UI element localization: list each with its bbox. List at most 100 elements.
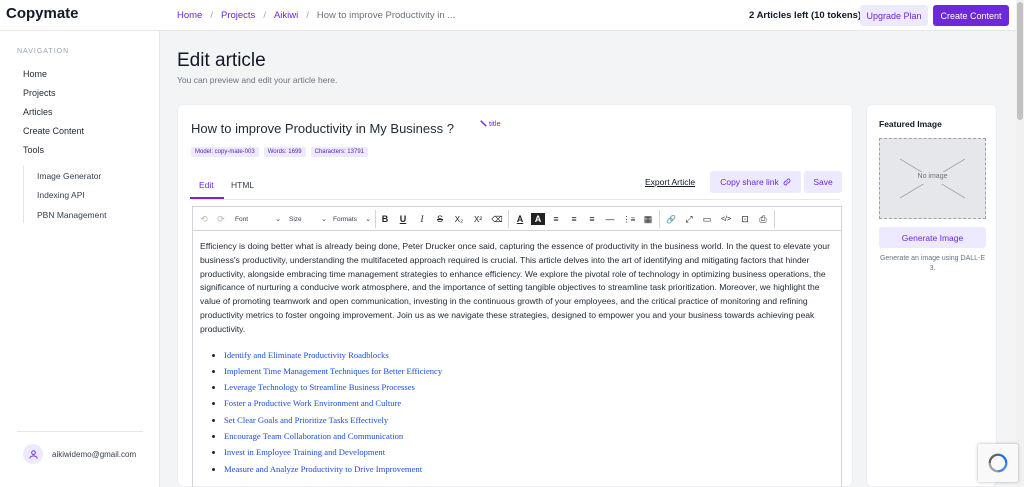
featured-image-card: Featured Image No image Generate Image G… — [866, 104, 997, 487]
chevron-down-icon: ⌄ — [365, 216, 371, 223]
outline-item[interactable]: Set Clear Goals and Prioritize Tasks Eff… — [224, 412, 834, 428]
sidebar-item-articles[interactable]: Articles — [23, 107, 53, 117]
outline-item[interactable]: Encourage Team Collaboration and Communi… — [224, 428, 834, 444]
redo-button[interactable]: ⟳ — [214, 211, 228, 227]
breadcrumb-projects[interactable]: Projects — [221, 10, 255, 21]
link-button[interactable]: 🔗 — [664, 211, 678, 227]
print-button[interactable]: ⎙ — [756, 211, 770, 227]
breadcrumb-home[interactable]: Home — [177, 10, 202, 21]
toolbar-separator — [659, 210, 660, 228]
user-avatar[interactable] — [23, 444, 43, 464]
title-hint-label: title — [489, 119, 501, 128]
strikethrough-button[interactable]: S — [433, 211, 447, 227]
breadcrumb-project[interactable]: Aikiwi — [274, 10, 298, 21]
breadcrumb-separator: / — [263, 10, 266, 21]
bold-button[interactable]: B — [378, 211, 392, 227]
code-view-button[interactable]: </> — [718, 211, 734, 227]
sidebar-item-indexing-api[interactable]: Indexing API — [37, 190, 85, 200]
credits-remaining: 2 Articles left (10 tokens) — [749, 10, 862, 21]
article-editor-card: How to improve Productivity in My Busine… — [177, 104, 853, 487]
font-select[interactable]: Font ⌄ — [233, 211, 283, 227]
create-content-button[interactable]: Create Content — [933, 5, 1009, 26]
tab-html[interactable]: HTML — [231, 180, 254, 190]
breadcrumb-separator: / — [306, 10, 309, 21]
nav-heading: NAVIGATION — [17, 48, 70, 55]
words-badge: Words: 1699 — [263, 147, 306, 157]
top-bar: Copymate Home / Projects / Aikiwi / How … — [0, 0, 1016, 31]
chevron-down-icon: ⌄ — [275, 216, 281, 223]
horizontal-rule-button[interactable]: — — [603, 211, 617, 227]
article-outline: Identify and Eliminate Productivity Road… — [224, 347, 834, 477]
outline-item[interactable]: Leverage Technology to Streamline Busine… — [224, 379, 834, 395]
text-color-button[interactable]: A — [513, 211, 527, 227]
app-logo[interactable]: Copymate — [6, 5, 79, 22]
title-hint: title — [480, 119, 501, 128]
sidebar-item-home[interactable]: Home — [23, 69, 47, 79]
sidebar-item-tools[interactable]: Tools — [23, 145, 44, 155]
article-intro: Efficiency is doing better what is alrea… — [200, 241, 830, 334]
generate-image-button[interactable]: Generate Image — [879, 227, 986, 248]
toolbar-separator — [375, 210, 376, 228]
save-button[interactable]: Save — [804, 171, 842, 193]
tools-submenu: Image Generator Indexing API PBN Managem… — [23, 165, 133, 223]
fullscreen-button[interactable]: ⤢ — [682, 211, 696, 227]
characters-badge: Characters: 13791 — [310, 147, 368, 157]
toolbar-separator — [508, 210, 509, 228]
align-center-button[interactable]: ≡ — [549, 211, 563, 227]
highlight-color-button[interactable]: A — [531, 213, 545, 225]
subscript-button[interactable]: X₂ — [451, 211, 467, 227]
ordered-list-button[interactable]: ⋮≡ — [621, 211, 637, 227]
sidebar-item-pbn-management[interactable]: PBN Management — [37, 210, 106, 220]
copy-share-link-button[interactable]: Copy share link — [710, 171, 801, 193]
size-select[interactable]: Size ⌄ — [287, 211, 329, 227]
recaptcha-badge[interactable] — [978, 444, 1018, 482]
size-select-label: Size — [289, 215, 302, 223]
outline-item[interactable]: Implement Time Management Techniques for… — [224, 363, 834, 379]
sidebar-item-projects[interactable]: Projects — [23, 88, 56, 98]
outline-item[interactable]: Foster a Productive Work Environment and… — [224, 395, 834, 411]
align-left-button[interactable]: ≡ — [585, 211, 599, 227]
underline-button[interactable]: U — [396, 211, 410, 227]
align-right-button[interactable]: ≡ — [567, 211, 581, 227]
toolbar-separator — [774, 210, 775, 228]
italic-button[interactable]: I — [415, 211, 429, 227]
image-placeholder: No image — [879, 138, 986, 219]
sidebar: NAVIGATION Home Projects Articles Create… — [0, 31, 160, 487]
tabs-divider — [190, 199, 840, 200]
sidebar-item-image-generator[interactable]: Image Generator — [37, 171, 101, 181]
editor-content[interactable]: Efficiency is doing better what is alrea… — [193, 232, 841, 477]
tab-edit[interactable]: Edit — [199, 180, 214, 190]
copy-share-link-label: Copy share link — [720, 177, 779, 187]
table-button[interactable]: ▦ — [641, 211, 655, 227]
font-select-label: Font — [235, 215, 249, 223]
user-icon — [28, 449, 38, 459]
export-article-button[interactable]: Export Article — [645, 177, 695, 187]
preview-button[interactable]: ⊡ — [738, 211, 752, 227]
model-badge: Model: copy-mate-003 — [191, 147, 259, 157]
outline-item[interactable]: Invest in Employee Training and Developm… — [224, 444, 834, 460]
outline-item[interactable]: Measure and Analyze Productivity to Driv… — [224, 461, 834, 477]
clear-format-button[interactable]: ⌫ — [490, 211, 504, 227]
article-title[interactable]: How to improve Productivity in My Busine… — [191, 121, 454, 136]
upgrade-plan-button[interactable]: Upgrade Plan — [860, 5, 928, 26]
link-icon — [783, 178, 791, 186]
template-button[interactable]: ▭ — [700, 211, 714, 227]
page-title: Edit article — [177, 50, 266, 71]
pencil-icon — [480, 120, 487, 127]
breadcrumb: Home / Projects / Aikiwi / How to improv… — [177, 10, 455, 21]
undo-button[interactable]: ⟲ — [197, 211, 211, 227]
user-email[interactable]: aikiwidemo@gmail.com — [52, 450, 136, 459]
outline-item[interactable]: Identify and Eliminate Productivity Road… — [224, 347, 834, 363]
article-badges: Model: copy-mate-003 Words: 1699 Charact… — [191, 147, 368, 157]
sidebar-divider — [17, 431, 143, 432]
page-scrollbar[interactable] — [1016, 0, 1024, 487]
sidebar-item-create-content[interactable]: Create Content — [23, 126, 84, 136]
scrollbar-thumb[interactable] — [1017, 2, 1023, 120]
rich-text-editor: ⟲ ⟳ Font ⌄ Size ⌄ Formats ⌄ B U I S X₂ X… — [192, 206, 842, 487]
breadcrumb-current: How to improve Productivity in ... — [316, 10, 456, 21]
featured-image-title: Featured Image — [879, 119, 942, 129]
superscript-button[interactable]: X² — [470, 211, 486, 227]
placeholder-label: No image — [917, 173, 948, 180]
page-subtitle: You can preview and edit your article he… — [177, 75, 338, 85]
formats-select[interactable]: Formats ⌄ — [331, 211, 373, 227]
